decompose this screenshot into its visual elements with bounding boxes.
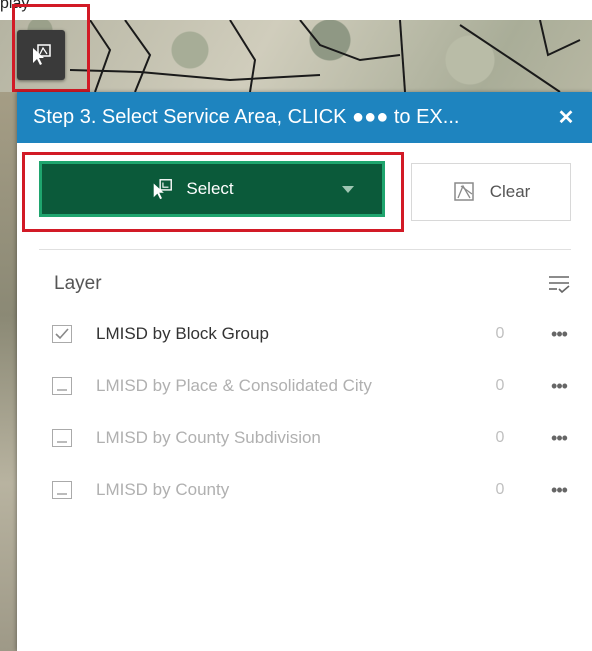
close-icon[interactable]: ✕ bbox=[556, 105, 576, 130]
clear-selection-icon bbox=[453, 182, 474, 201]
layer-checkbox[interactable] bbox=[52, 481, 72, 499]
more-options-icon[interactable]: ••• bbox=[544, 376, 574, 397]
chevron-down-icon[interactable] bbox=[342, 185, 354, 193]
layer-count: 0 bbox=[495, 325, 505, 342]
layer-label: LMISD by Block Group bbox=[96, 324, 269, 343]
top-strip: play bbox=[0, 0, 592, 20]
checkmark-icon bbox=[55, 328, 69, 340]
select-cursor-icon bbox=[154, 179, 173, 200]
clear-button-label: Clear bbox=[489, 182, 531, 201]
layer-checkbox[interactable] bbox=[52, 325, 72, 343]
clear-button[interactable]: Clear bbox=[411, 163, 571, 221]
layer-checkbox[interactable] bbox=[52, 429, 72, 447]
select-button-content: Select bbox=[42, 177, 342, 201]
select-button-label: Select bbox=[186, 179, 234, 198]
layer-count: 0 bbox=[495, 377, 505, 394]
panel-title: Step 3. Select Service Area, CLICK ●●● t… bbox=[33, 106, 460, 128]
panel-header: Step 3. Select Service Area, CLICK ●●● t… bbox=[17, 92, 592, 143]
layer-checkbox[interactable] bbox=[52, 377, 72, 395]
layer-header: Layer bbox=[54, 269, 571, 299]
layer-row[interactable]: LMISD by Block Group 0 ••• bbox=[52, 319, 574, 349]
select-panel: Step 3. Select Service Area, CLICK ●●● t… bbox=[17, 92, 592, 651]
map-edge bbox=[0, 92, 17, 651]
more-options-icon[interactable]: ••• bbox=[544, 428, 574, 449]
layer-row[interactable]: LMISD by County 0 ••• bbox=[52, 475, 574, 505]
filter-list-icon[interactable] bbox=[547, 273, 571, 295]
more-options-icon[interactable]: ••• bbox=[544, 480, 574, 501]
layer-label: LMISD by County bbox=[96, 480, 230, 499]
layer-heading: Layer bbox=[54, 273, 102, 294]
layer-row[interactable]: LMISD by County Subdivision 0 ••• bbox=[52, 423, 574, 453]
layer-count: 0 bbox=[495, 429, 505, 446]
partial-label: play bbox=[0, 0, 30, 12]
layer-label: LMISD by County Subdivision bbox=[96, 428, 321, 447]
select-tool-button[interactable] bbox=[17, 30, 65, 80]
more-options-icon[interactable]: ••• bbox=[544, 324, 574, 345]
layer-row[interactable]: LMISD by Place & Consolidated City 0 ••• bbox=[52, 371, 574, 401]
divider bbox=[39, 249, 571, 250]
select-button[interactable]: Select bbox=[39, 161, 385, 217]
select-cursor-icon bbox=[33, 44, 51, 65]
layer-count: 0 bbox=[495, 481, 505, 498]
layer-label: LMISD by Place & Consolidated City bbox=[96, 376, 372, 395]
